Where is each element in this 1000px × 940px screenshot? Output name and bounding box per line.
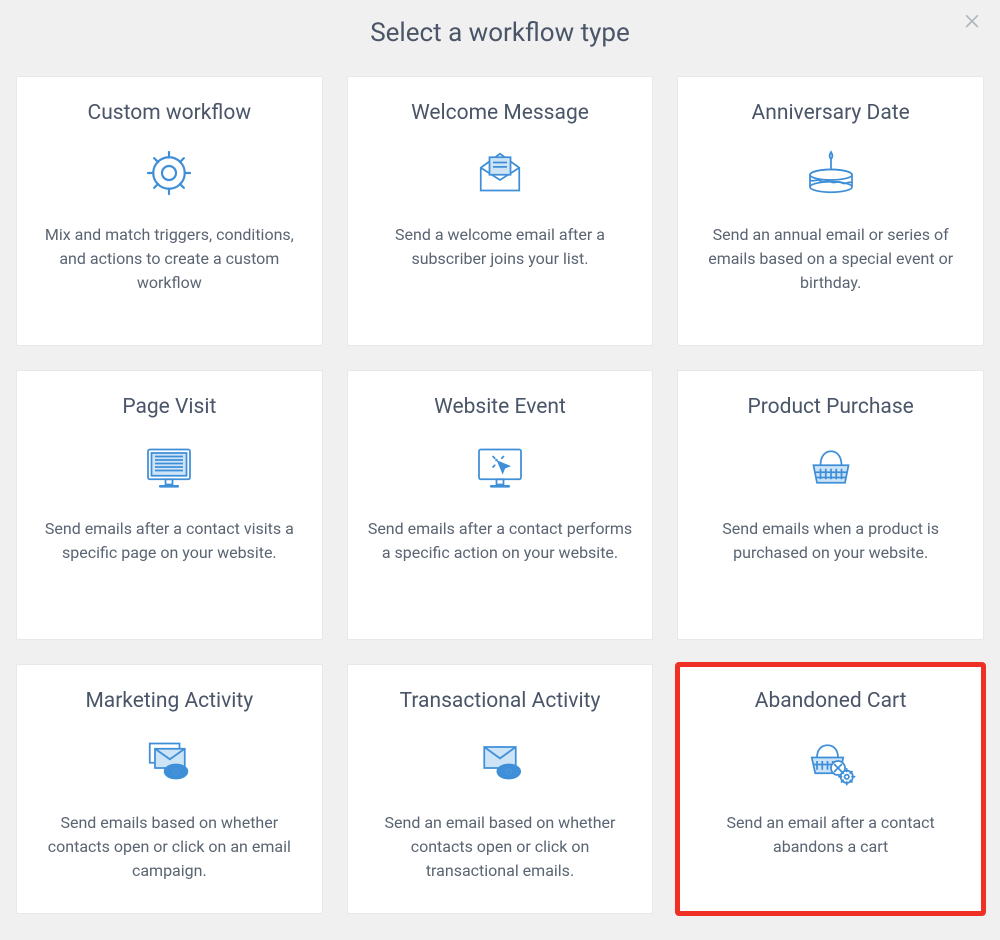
envelope-open-icon — [470, 143, 530, 203]
card-desc: Send emails after a contact performs a s… — [366, 517, 635, 565]
card-title: Abandoned Cart — [755, 689, 907, 713]
card-title: Custom workflow — [88, 101, 252, 125]
card-welcome-message[interactable]: Welcome Message Send a welcome email aft… — [347, 76, 654, 346]
card-title: Product Purchase — [747, 395, 913, 419]
card-desc: Send an annual email or series of emails… — [696, 223, 965, 295]
card-title: Welcome Message — [411, 101, 589, 125]
gear-icon — [139, 143, 199, 203]
card-marketing-activity[interactable]: Marketing Activity Send emails based on … — [16, 664, 323, 914]
card-title: Marketing Activity — [85, 689, 253, 713]
card-custom-workflow[interactable]: Custom workflow Mix and match triggers, … — [16, 76, 323, 346]
card-title: Transactional Activity — [400, 689, 601, 713]
card-abandoned-cart[interactable]: Abandoned Cart Send — [677, 664, 984, 914]
card-desc: Send an email based on whether contacts … — [366, 811, 635, 883]
card-page-visit[interactable]: Page Visit Send emails after a contact v… — [16, 370, 323, 640]
card-transactional-activity[interactable]: Transactional Activity Send an email bas… — [347, 664, 654, 914]
basket-gear-icon — [801, 731, 861, 791]
close-icon — [962, 15, 982, 34]
workflow-type-modal: Select a workflow type Custom workflow M… — [0, 0, 1000, 940]
card-title: Anniversary Date — [752, 101, 910, 125]
monitor-lines-icon — [139, 437, 199, 497]
card-desc: Send a welcome email after a subscriber … — [366, 223, 635, 271]
card-title: Website Event — [434, 395, 566, 419]
card-anniversary-date[interactable]: Anniversary Date Send an annual email or… — [677, 76, 984, 346]
cake-icon — [801, 143, 861, 203]
monitor-click-icon — [470, 437, 530, 497]
workflow-type-grid: Custom workflow Mix and match triggers, … — [12, 76, 988, 914]
card-desc: Send an email after a contact abandons a… — [696, 811, 965, 859]
mail-eye-icon — [139, 731, 199, 791]
modal-title: Select a workflow type — [12, 18, 988, 48]
card-desc: Send emails when a product is purchased … — [696, 517, 965, 565]
card-product-purchase[interactable]: Product Purchase Send emails when a prod… — [677, 370, 984, 640]
card-website-event[interactable]: Website Event Send emails after a contac… — [347, 370, 654, 640]
card-title: Page Visit — [122, 395, 216, 419]
close-button[interactable] — [962, 10, 986, 34]
mail-eye-single-icon — [470, 731, 530, 791]
basket-icon — [801, 437, 861, 497]
card-desc: Send emails after a contact visits a spe… — [35, 517, 304, 565]
card-desc: Send emails based on whether contacts op… — [35, 811, 304, 883]
card-desc: Mix and match triggers, conditions, and … — [35, 223, 304, 295]
